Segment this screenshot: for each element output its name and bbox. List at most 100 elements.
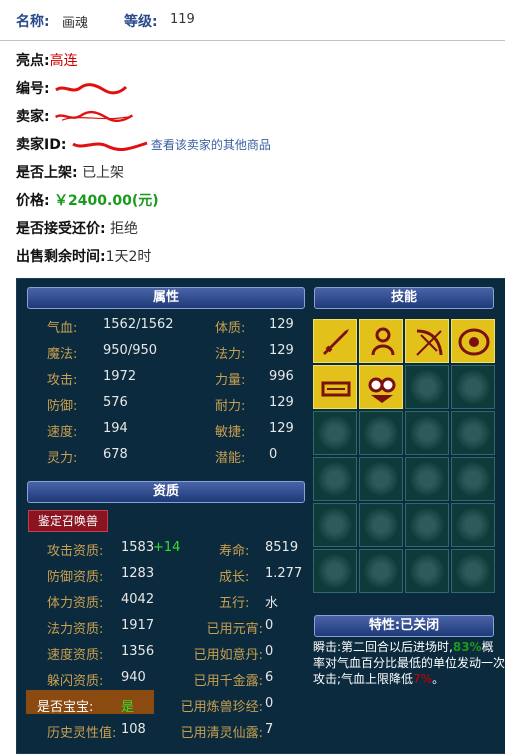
qual-value: 108 bbox=[121, 722, 146, 737]
empty-skill-slot bbox=[405, 365, 449, 409]
empty-slot-emblem-icon bbox=[410, 508, 444, 542]
qual-label: 法力资质: bbox=[47, 622, 104, 637]
qual-label: 防御资质: bbox=[47, 570, 104, 585]
sword-skill-icon[interactable] bbox=[313, 319, 357, 363]
attr-label: 灵力: bbox=[47, 451, 78, 466]
empty-slot-emblem-icon bbox=[456, 462, 490, 496]
attr-value: 950/950 bbox=[103, 343, 158, 358]
attr-value: 1562/1562 bbox=[103, 317, 174, 332]
empty-skill-slot bbox=[405, 503, 449, 547]
empty-slot-emblem-icon bbox=[318, 462, 352, 496]
empty-slot-emblem-icon bbox=[318, 416, 352, 450]
qual-label: 已用如意丹: bbox=[193, 648, 263, 663]
redacted-scribble bbox=[72, 141, 148, 152]
qual-value: 1.277 bbox=[265, 566, 303, 581]
skills-header: 技能 bbox=[314, 287, 494, 309]
attr-label: 气血: bbox=[47, 321, 78, 336]
empty-slot-emblem-icon bbox=[364, 416, 398, 450]
empty-slot-emblem-icon bbox=[410, 554, 444, 588]
trait-description: 瞬击:第二回合以后进场时,83%概率对气血百分比最低的单位发动一次攻击;气血上限… bbox=[313, 640, 505, 686]
qual-value: 0 bbox=[265, 696, 274, 711]
attr-value: 678 bbox=[103, 447, 128, 462]
empty-skill-slot bbox=[359, 503, 403, 547]
qualifications-header: 资质 bbox=[27, 481, 305, 503]
qual-label: 已用千金露: bbox=[193, 674, 263, 689]
qual-label: 五行: bbox=[219, 596, 250, 611]
attr-value: 129 bbox=[269, 421, 294, 436]
empty-skill-slot bbox=[313, 457, 357, 501]
redacted-scribble bbox=[55, 110, 134, 123]
empty-slot-emblem-icon bbox=[456, 370, 490, 404]
attr-label: 防御: bbox=[47, 399, 78, 414]
price-row: 价格: ￥2400.00(元) bbox=[16, 193, 159, 209]
seller-row: 卖家: bbox=[16, 107, 134, 127]
bargain-row: 是否接受还价: 拒绝 bbox=[16, 221, 139, 237]
level-value: 119 bbox=[170, 12, 195, 27]
empty-slot-emblem-icon bbox=[456, 508, 490, 542]
attr-label: 速度: bbox=[47, 425, 78, 440]
empty-skill-slot bbox=[451, 549, 495, 593]
empty-slot-emblem-icon bbox=[364, 508, 398, 542]
attr-label: 法力: bbox=[215, 347, 246, 362]
qual-value: 940 bbox=[121, 670, 146, 685]
seller-other-items-link[interactable]: 查看该卖家的其他商品 bbox=[151, 138, 271, 152]
qual-label: 寿命: bbox=[219, 544, 250, 559]
empty-skill-slot bbox=[451, 365, 495, 409]
qual-label: 体力资质: bbox=[47, 596, 104, 611]
empty-slot-emblem-icon bbox=[318, 508, 352, 542]
remain-time-row: 出售剩余时间:1天2时 bbox=[16, 249, 152, 265]
empty-slot-emblem-icon bbox=[456, 554, 490, 588]
qual-label: 速度资质: bbox=[47, 648, 104, 663]
empty-skill-slot bbox=[451, 411, 495, 455]
empty-skill-slot bbox=[313, 411, 357, 455]
qual-value: 1283 bbox=[121, 566, 155, 581]
qual-value: 1356 bbox=[121, 644, 155, 659]
qual-label: 躲闪资质: bbox=[47, 674, 104, 689]
redacted-scribble bbox=[55, 83, 128, 95]
qual-label: 已用元宵: bbox=[206, 622, 263, 637]
qual-label: 已用炼兽珍经: bbox=[180, 700, 263, 715]
highlight-value: 高连 bbox=[49, 53, 78, 69]
qual-label: 是否宝宝: bbox=[37, 700, 94, 715]
empty-skill-slot bbox=[359, 549, 403, 593]
qual-value: 6 bbox=[265, 670, 274, 685]
id-row: 编号: bbox=[16, 79, 134, 99]
attr-value: 129 bbox=[269, 343, 294, 358]
attr-label: 攻击: bbox=[47, 373, 78, 388]
qual-value: 是 bbox=[121, 700, 135, 715]
owl-skill-icon[interactable] bbox=[359, 365, 403, 409]
empty-slot-emblem-icon bbox=[410, 462, 444, 496]
attr-label: 体质: bbox=[215, 321, 246, 336]
empty-skill-slot bbox=[451, 457, 495, 501]
empty-skill-slot bbox=[451, 503, 495, 547]
appraise-pet-button[interactable]: 鉴定召唤兽 bbox=[28, 510, 108, 532]
qual-value: 0 bbox=[265, 618, 274, 633]
empty-skill-slot bbox=[405, 411, 449, 455]
name-value: 画魂 bbox=[62, 16, 89, 31]
qual-value: 水 bbox=[265, 596, 279, 611]
bow-skill-icon[interactable] bbox=[405, 319, 449, 363]
qual-value: 0 bbox=[265, 644, 274, 659]
attr-value: 996 bbox=[269, 369, 294, 384]
qual-bonus: +14 bbox=[153, 540, 181, 555]
attr-value: 194 bbox=[103, 421, 128, 436]
level-label: 等级: bbox=[124, 14, 158, 30]
pet-detail-panel: 属性 技能 气血: 1562/1562 魔法: 950/950 攻击: 1972 防御: 57… bbox=[16, 278, 505, 754]
eye-skill-icon[interactable] bbox=[451, 319, 495, 363]
qual-value: 1917 bbox=[121, 618, 155, 633]
qual-label: 成长: bbox=[219, 570, 250, 585]
empty-skill-slot bbox=[359, 457, 403, 501]
qual-label: 攻击资质: bbox=[47, 544, 104, 559]
highlight-row: 亮点:高连 bbox=[16, 53, 78, 69]
figure-skill-icon[interactable] bbox=[359, 319, 403, 363]
seller-id-row: 卖家ID: 查看该卖家的其他商品 bbox=[16, 137, 271, 153]
empty-skill-slot bbox=[313, 549, 357, 593]
empty-skill-slot bbox=[359, 411, 403, 455]
attributes-header: 属性 bbox=[27, 287, 305, 309]
attr-value: 0 bbox=[269, 447, 278, 462]
mouth-skill-icon[interactable] bbox=[313, 365, 357, 409]
name-label: 名称: bbox=[16, 14, 50, 30]
price-value: ￥2400.00(元) bbox=[54, 193, 159, 209]
empty-skill-slot bbox=[405, 549, 449, 593]
empty-slot-emblem-icon bbox=[456, 416, 490, 450]
